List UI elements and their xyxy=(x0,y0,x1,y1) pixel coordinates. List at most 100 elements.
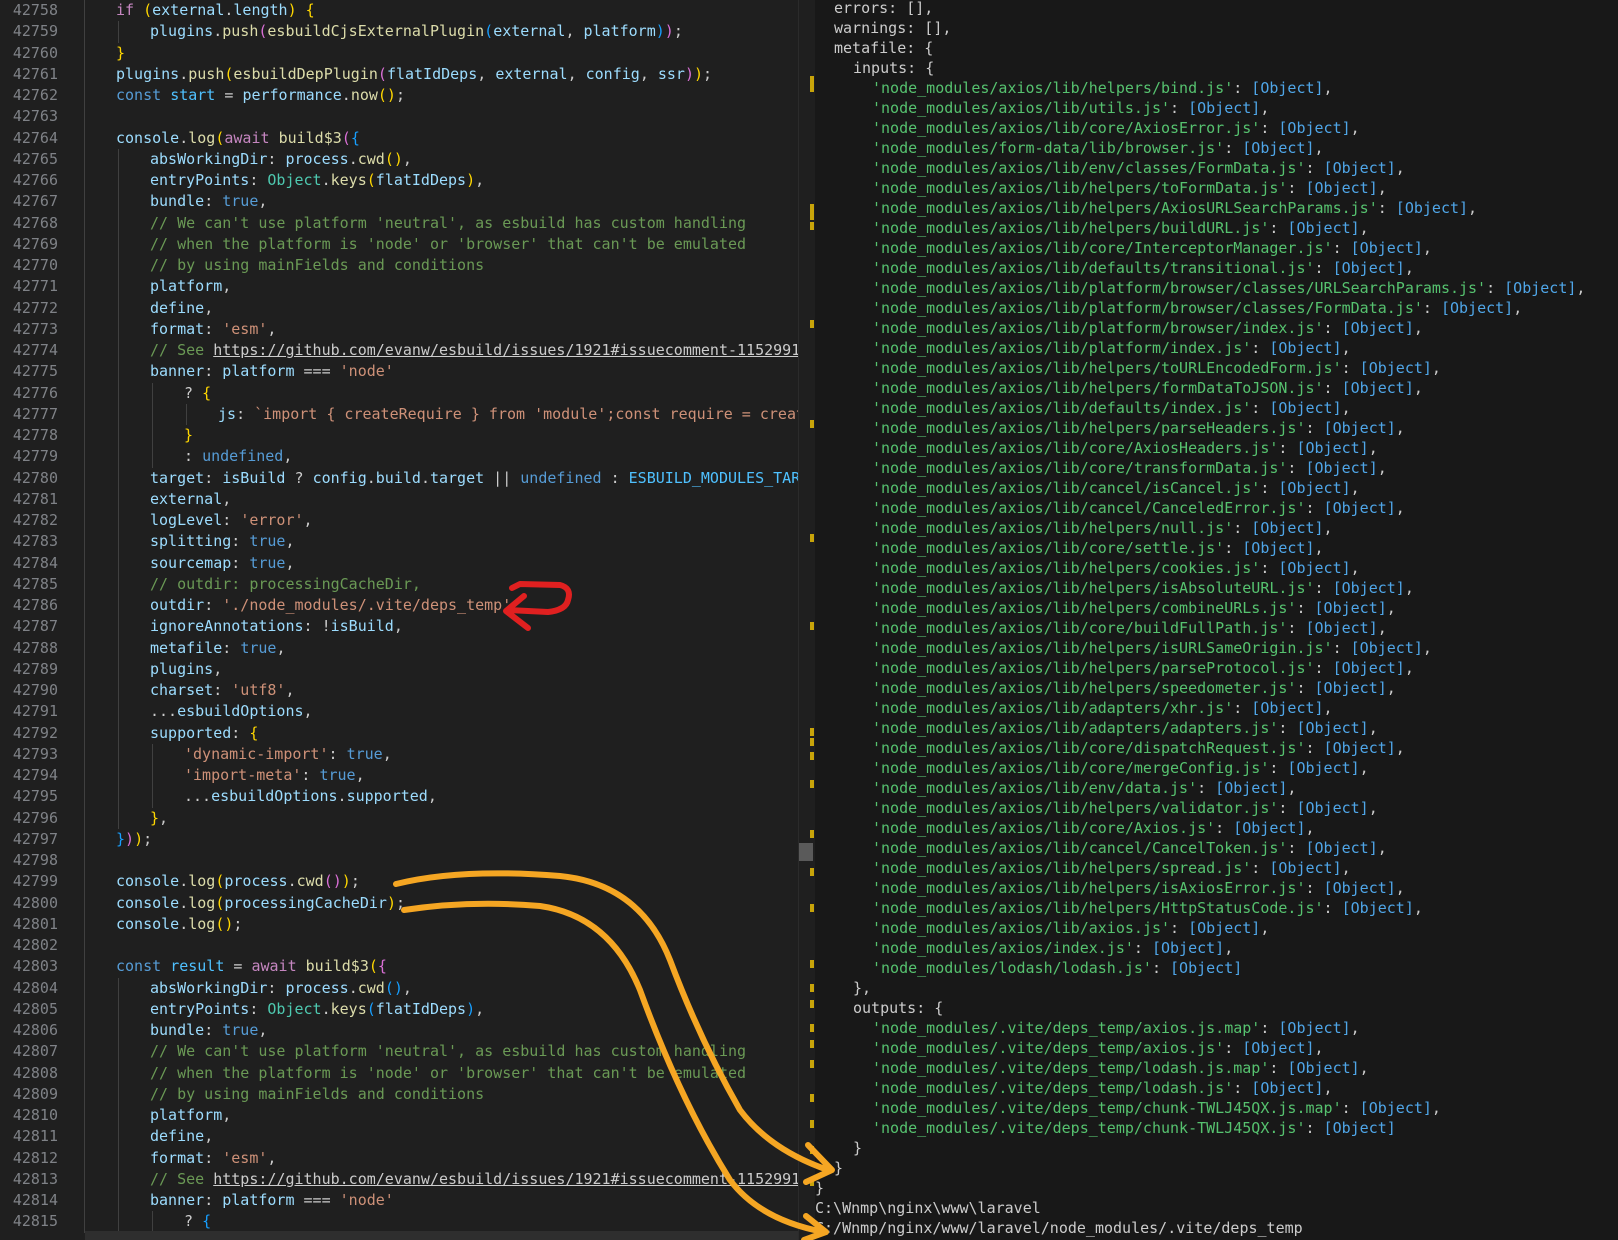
code-line[interactable]: 42776? { xyxy=(0,382,798,404)
code-line[interactable]: 42795 ...esbuildOptions.supported, xyxy=(0,786,798,808)
code-line[interactable]: 42812 format: 'esm', xyxy=(0,1147,798,1169)
code-line[interactable]: 42803 const result = await build$3({ xyxy=(0,956,798,978)
terminal-token: , xyxy=(1368,439,1378,457)
code-line[interactable]: 42779: undefined, xyxy=(0,446,798,468)
terminal-token: : xyxy=(1151,959,1171,977)
code-line[interactable]: 42761 plugins.push(esbuildDepPlugin(flatI… xyxy=(0,63,798,85)
code-token: plugins xyxy=(116,64,180,83)
code-line[interactable]: 42783 splitting: true, xyxy=(0,531,798,553)
code-line[interactable]: 42810 platform, xyxy=(0,1105,798,1127)
code-line[interactable]: 42777 js: `import { createRequire } from … xyxy=(0,403,798,425)
code-token: process xyxy=(285,978,349,997)
code-token[interactable]: https://github.com/evanw/esbuild/issues/… xyxy=(213,1170,798,1188)
code-line[interactable]: 42792 supported: { xyxy=(0,722,798,744)
terminal-token: , xyxy=(1377,619,1387,637)
code-line[interactable]: 42813 // See https://github.com/evanw/esb… xyxy=(0,1168,798,1190)
terminal-token: [Object] xyxy=(1269,859,1342,877)
code-token: 'dynamic-import' xyxy=(184,744,329,763)
code-token: // by using mainFields and conditions xyxy=(150,256,485,274)
code-line[interactable]: 42788 metafile: true, xyxy=(0,637,798,659)
code-line[interactable]: 42796}, xyxy=(0,807,798,829)
indent-guide xyxy=(118,1083,119,1105)
code-line[interactable]: 42815? { xyxy=(0,1211,798,1233)
code-token[interactable]: https://github.com/evanw/esbuild/issues/… xyxy=(213,341,798,359)
terminal-output[interactable]: errors: [], warnings: [], metafile: {input… xyxy=(815,0,1618,1240)
code-line[interactable]: 42760} xyxy=(0,42,798,64)
terminal-token: , xyxy=(1431,359,1441,377)
code-line[interactable]: 42778} xyxy=(0,425,798,447)
code-line[interactable]: 42806 bundle: true, xyxy=(0,1020,798,1042)
code-token: : xyxy=(249,171,268,189)
code-line[interactable]: 42799 console.log(process.cwd()); xyxy=(0,871,798,893)
code-line[interactable]: 42764 console.log(await build$3({ xyxy=(0,127,798,149)
terminal-line: 'node_modules/axios/lib/defaults/transit… xyxy=(815,258,1585,278)
editor-horizontal-scrollbar[interactable] xyxy=(85,1231,798,1240)
code-line[interactable]: 42784 sourcemap: true, xyxy=(0,552,798,574)
code-line[interactable]: 42798 xyxy=(0,850,798,872)
code-line[interactable]: 42781 external, xyxy=(0,488,798,510)
terminal-token: : xyxy=(1314,659,1333,677)
code-line[interactable]: 42768 // We can't use platform 'neutral',… xyxy=(0,212,798,234)
code-line[interactable]: 42809 // by using mainFields and conditio… xyxy=(0,1083,798,1105)
terminal-token: , xyxy=(1422,639,1432,657)
code-line[interactable]: 42773 format: 'esm', xyxy=(0,318,798,340)
code-line[interactable]: 42793 'dynamic-import': true, xyxy=(0,743,798,765)
code-line[interactable]: 42769 // when the platform is 'node' or '… xyxy=(0,233,798,255)
code-token: performance xyxy=(242,86,342,104)
terminal-token: : xyxy=(1287,619,1306,637)
code-token: true xyxy=(346,744,383,763)
editor-vertical-scrollbar[interactable] xyxy=(798,0,813,1240)
code-line[interactable]: 42811 define, xyxy=(0,1126,798,1148)
code-line[interactable]: 42791 ...esbuildOptions, xyxy=(0,701,798,723)
code-line[interactable]: 42759 plugins.push (esbuildCjsExternalPlug… xyxy=(0,21,798,43)
code-line[interactable]: 42767 bundle: true, xyxy=(0,191,798,213)
code-line[interactable]: 42800 console.log(processingCacheDir); xyxy=(0,892,798,914)
terminal-token: : xyxy=(1377,199,1396,217)
code-line[interactable]: 42814 banner: platform === 'node' xyxy=(0,1190,798,1212)
terminal-token: : xyxy=(1314,259,1333,277)
code-line[interactable]: 42790 charset: 'utf8', xyxy=(0,680,798,702)
line-number: 42809 xyxy=(12,1084,58,1103)
code-line[interactable]: 42807 // We can't use platform 'neutral',… xyxy=(0,1041,798,1063)
terminal-token: : xyxy=(1278,719,1297,737)
code-line[interactable]: 42805 entryPoints: Object.keys(flatIdDeps… xyxy=(0,998,798,1020)
code-line[interactable]: 42804 absWorkingDir: process.cwd(), xyxy=(0,977,798,999)
terminal-line: } xyxy=(815,1178,1585,1198)
editor-scrollbar-thumb[interactable] xyxy=(799,843,813,861)
code-line[interactable]: 42782 logLevel: 'error', xyxy=(0,510,798,532)
terminal-line: 'node_modules/axios/lib/helpers/toFormDa… xyxy=(815,178,1585,198)
code-line[interactable]: 42789 plugins, xyxy=(0,658,798,680)
indent-guide xyxy=(118,531,119,553)
code-editor[interactable]: 42758 if (external.length) {42759 plugins.… xyxy=(0,0,798,1240)
code-line[interactable]: 42794 'import-meta': true, xyxy=(0,765,798,787)
code-line[interactable]: 42808 // when the platform is 'node' or '… xyxy=(0,1062,798,1084)
code-line[interactable]: 42765 absWorkingDir: process.cwd(), xyxy=(0,148,798,170)
code-line[interactable]: 42787 ignoreAnnotations: !isBuild, xyxy=(0,616,798,638)
indent-guide xyxy=(118,595,119,617)
code-token: length xyxy=(233,1,288,19)
code-line[interactable]: 42802 xyxy=(0,935,798,957)
code-line[interactable]: 42780 target: isBuild ? config.build.targ… xyxy=(0,467,798,489)
terminal-token: [Object] xyxy=(1251,519,1324,537)
indent-guide xyxy=(152,425,153,447)
code-token: ? xyxy=(285,468,313,487)
code-line[interactable]: 42762 const start = performance.now(); xyxy=(0,85,798,107)
code-line[interactable]: 42797})); xyxy=(0,828,798,850)
terminal-token: 'node_modules/axios/lib/core/transformDa… xyxy=(872,459,1288,477)
code-line[interactable]: 42758 if (external.length) { xyxy=(0,0,798,22)
code-line[interactable]: 42770 // by using mainFields and conditio… xyxy=(0,255,798,277)
terminal-token: : xyxy=(1305,419,1324,437)
code-line[interactable]: 42766 entryPoints: Object.keys(flatIdDeps… xyxy=(0,170,798,192)
code-token: processingCacheDir xyxy=(224,893,387,912)
code-token: } xyxy=(150,808,160,827)
code-line[interactable]: 42772 define, xyxy=(0,297,798,319)
terminal-token: } xyxy=(834,1159,844,1177)
code-line[interactable]: 42774 // See https://github.com/evanw/esb… xyxy=(0,340,798,362)
code-line[interactable]: 42775 banner: platform === 'node' xyxy=(0,361,798,383)
code-line[interactable]: 42801 console.log(); xyxy=(0,913,798,935)
code-line[interactable]: 42763 xyxy=(0,106,798,128)
code-line[interactable]: 42785 // outdir: processingCacheDir, xyxy=(0,573,798,595)
code-text: 'import-meta': true, xyxy=(184,765,365,786)
code-line[interactable]: 42771 platform, xyxy=(0,276,798,298)
code-line[interactable]: 42786 outdir: './node_modules/.vite/deps_… xyxy=(0,595,798,617)
